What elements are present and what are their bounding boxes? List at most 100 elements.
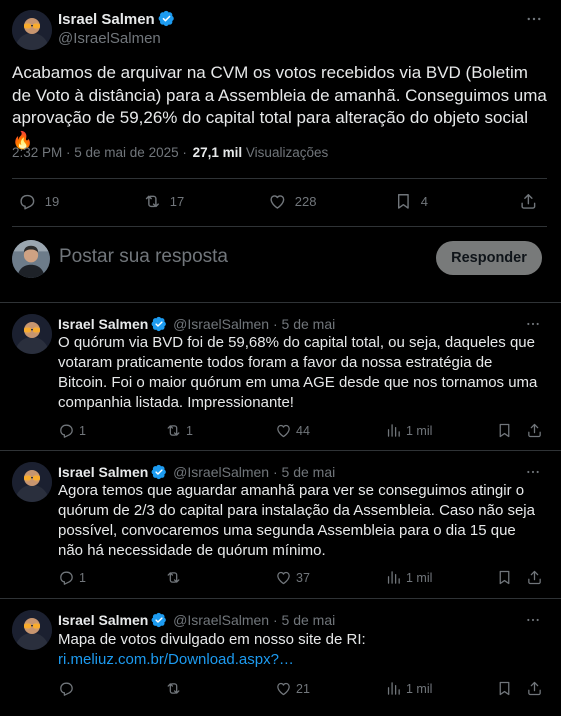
more-icon <box>525 10 543 28</box>
tweet-meta: 2:32 PM · 5 de mai de 2025 · 27,1 mil Vi… <box>12 145 328 160</box>
reply-text: O quórum via BVD foi de 59,68% do capita… <box>58 334 538 411</box>
share-button[interactable] <box>526 422 543 439</box>
share-icon <box>526 422 543 439</box>
author-name-row[interactable]: Israel Salmen <box>58 10 175 28</box>
more-icon <box>525 464 541 480</box>
author-avatar[interactable] <box>12 10 52 50</box>
views-count: 27,1 mil <box>192 145 243 160</box>
reply-count: 1 <box>79 423 86 438</box>
more-options-button[interactable] <box>525 612 541 628</box>
divider <box>12 226 547 227</box>
reply-count: 19 <box>44 193 60 209</box>
reply-date[interactable]: · 5 de mai <box>273 316 335 332</box>
divider <box>0 450 561 451</box>
like-count: 44 <box>296 423 310 438</box>
author-info: Israel Salmen @IsraelSalmen <box>58 10 175 47</box>
verified-badge-icon <box>151 316 167 332</box>
verified-badge-icon <box>151 612 167 628</box>
reply-author-handle[interactable]: @IsraelSalmen <box>173 612 269 628</box>
bookmark-count: 4 <box>420 193 428 209</box>
retweet-icon <box>165 680 182 697</box>
views-button[interactable]: 1 mil <box>385 680 432 697</box>
more-options-button[interactable] <box>525 464 541 480</box>
more-options-button[interactable] <box>525 10 543 28</box>
reply-text: Mapa de votos divulgado em nosso site de… <box>58 631 366 648</box>
reply-icon <box>58 422 75 439</box>
divider <box>12 178 547 179</box>
reply-input[interactable]: Postar sua resposta <box>59 246 228 268</box>
views-icon <box>385 422 402 439</box>
reply-date[interactable]: · 5 de mai <box>273 464 335 480</box>
retweet-button[interactable] <box>165 569 182 586</box>
like-icon <box>275 680 292 697</box>
reply-button[interactable]: 1 <box>58 569 86 586</box>
reply-date[interactable]: · 5 de mai <box>273 612 335 628</box>
reply-avatar[interactable] <box>12 314 52 354</box>
reply-author-handle[interactable]: @IsraelSalmen <box>173 464 269 480</box>
share-icon <box>526 569 543 586</box>
like-button[interactable]: 21 <box>275 680 310 697</box>
reply-icon <box>58 569 75 586</box>
verified-badge-icon <box>158 10 175 27</box>
share-button[interactable] <box>519 192 538 211</box>
like-button[interactable]: 228 <box>268 192 316 211</box>
views-button[interactable]: 1 mil <box>385 422 432 439</box>
views-icon <box>385 680 402 697</box>
current-user-avatar[interactable] <box>12 240 50 278</box>
reply-header: Israel Salmen @IsraelSalmen · 5 de mai <box>58 464 335 480</box>
verified-badge-icon <box>151 464 167 480</box>
author-name[interactable]: Israel Salmen <box>58 11 155 28</box>
like-count: 228 <box>294 193 317 209</box>
bookmark-icon <box>394 192 413 211</box>
bookmark-button[interactable] <box>496 422 513 439</box>
bookmark-button[interactable] <box>496 569 513 586</box>
author-handle[interactable]: @IsraelSalmen <box>58 30 175 47</box>
reply-header: Israel Salmen @IsraelSalmen · 5 de mai <box>58 316 335 332</box>
reply-button[interactable]: 19 <box>18 192 59 211</box>
retweet-icon <box>143 192 162 211</box>
reply-header: Israel Salmen @IsraelSalmen · 5 de mai <box>58 612 335 628</box>
tweet-timestamp[interactable]: 2:32 PM · 5 de mai de 2025 · <box>12 145 187 160</box>
reply-button[interactable] <box>58 680 75 697</box>
like-icon <box>275 569 292 586</box>
reply-submit-button[interactable]: Responder <box>436 241 542 275</box>
reply-text: Agora temos que aguardar amanhã para ver… <box>58 482 535 559</box>
share-button[interactable] <box>526 680 543 697</box>
views-button[interactable]: 1 mil <box>385 569 432 586</box>
like-count: 21 <box>296 681 310 696</box>
bookmark-icon <box>496 680 513 697</box>
retweet-icon <box>165 422 182 439</box>
bookmark-icon <box>496 569 513 586</box>
more-icon <box>525 612 541 628</box>
views-label: Visualizações <box>245 145 329 160</box>
views-count: 1 mil <box>406 681 433 696</box>
reply-author-name[interactable]: Israel Salmen <box>58 464 148 480</box>
bookmark-button[interactable] <box>496 680 513 697</box>
reply-author-name[interactable]: Israel Salmen <box>58 316 148 332</box>
divider <box>0 598 561 599</box>
share-icon <box>526 680 543 697</box>
reply-button[interactable]: 1 <box>58 422 86 439</box>
like-button[interactable]: 44 <box>275 422 310 439</box>
more-options-button[interactable] <box>525 316 541 332</box>
retweet-button[interactable] <box>165 680 182 697</box>
reply-avatar[interactable] <box>12 462 52 502</box>
share-button[interactable] <box>526 569 543 586</box>
retweet-button[interactable]: 17 <box>143 192 184 211</box>
reply-author-handle[interactable]: @IsraelSalmen <box>173 316 269 332</box>
views-icon <box>385 569 402 586</box>
bookmark-icon <box>496 422 513 439</box>
divider <box>0 302 561 303</box>
reply-link[interactable]: ri.meliuz.com.br/Download.aspx?… <box>58 650 294 670</box>
like-count: 37 <box>296 570 310 585</box>
reply-icon <box>18 192 37 211</box>
like-button[interactable]: 37 <box>275 569 310 586</box>
retweet-count: 1 <box>186 423 193 438</box>
views-count: 1 mil <box>406 570 433 585</box>
share-icon <box>519 192 538 211</box>
retweet-button[interactable]: 1 <box>165 422 193 439</box>
tweet-text: Acabamos de arquivar na CVM os votos rec… <box>12 63 547 150</box>
reply-author-name[interactable]: Israel Salmen <box>58 612 148 628</box>
bookmark-button[interactable]: 4 <box>394 192 428 211</box>
reply-avatar[interactable] <box>12 610 52 650</box>
